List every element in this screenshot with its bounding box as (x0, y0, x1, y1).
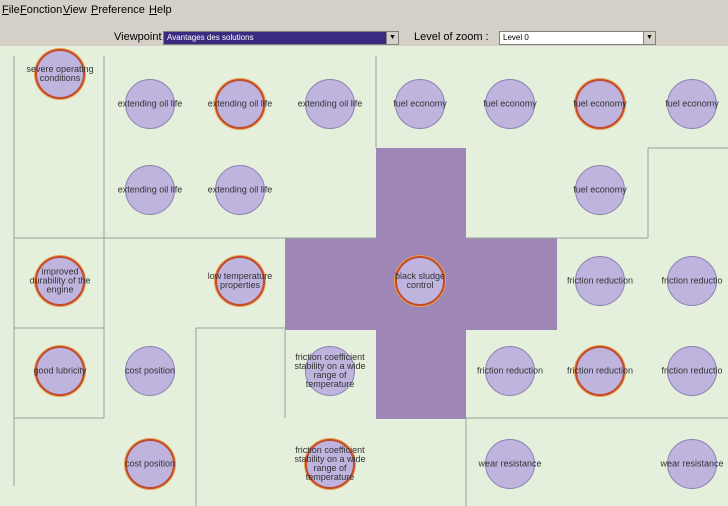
menu-help[interactable]: Help (149, 4, 172, 16)
concept-map[interactable]: severe operating conditions extending oil … (0, 46, 728, 506)
concept-node-label: fuel economy (573, 98, 627, 109)
toolbar: Viewpoint Avantages des solutions ▼ Leve… (0, 20, 728, 47)
concept-node-label: cost position (124, 458, 176, 469)
menu-view[interactable]: View (63, 4, 87, 16)
viewpoint-label: Viewpoint (114, 31, 162, 43)
zoom-label: Level of zoom : (414, 31, 489, 43)
concept-node-label: extending oil life (207, 98, 273, 109)
concept-node-label: friction reduction (566, 365, 634, 376)
menu-bar: File Fonction View Preference Help (0, 0, 728, 20)
concept-node-label: fuel economy (665, 98, 719, 109)
concept-node-label: friction reduction (476, 365, 544, 376)
concept-node-label: good lubricity (33, 365, 87, 376)
menu-fonction[interactable]: Fonction (20, 4, 62, 16)
concept-node-label: friction reductio (661, 275, 723, 286)
concept-node-label: friction coefficient stability on a wide r… (294, 445, 366, 482)
concept-node-label: improved durability of the engine (29, 266, 91, 295)
concept-node-label: low temperature properties (207, 271, 273, 290)
concept-node-label: extending oil life (207, 184, 273, 195)
menu-preference[interactable]: Preference (91, 4, 145, 16)
concept-node-label: extending oil life (117, 184, 183, 195)
zoom-select[interactable]: Level 0 ▼ (499, 31, 656, 45)
concept-node-label: wear resistance (478, 458, 542, 469)
concept-node-label: fuel economy (483, 98, 537, 109)
viewpoint-value: Avantages des solutions (167, 33, 254, 42)
concept-node-label: severe operating conditions (26, 64, 94, 83)
concept-node-label: fuel economy (393, 98, 447, 109)
concept-node-label: fuel economy (573, 184, 627, 195)
viewpoint-select[interactable]: Avantages des solutions ▼ (163, 31, 399, 45)
chevron-down-icon[interactable]: ▼ (643, 32, 655, 44)
zoom-value: Level 0 (503, 33, 529, 42)
concept-node-label: black sludge control (394, 271, 446, 290)
concept-node-label: extending oil life (297, 98, 363, 109)
concept-node-label: friction coefficient stability on a wide r… (294, 352, 366, 389)
concept-node-label: friction reductio (661, 365, 723, 376)
concept-node-label: friction reduction (566, 275, 634, 286)
concept-node-label: wear resistance (660, 458, 724, 469)
concept-node-label: cost position (124, 365, 176, 376)
concept-node-label: extending oil life (117, 98, 183, 109)
chevron-down-icon[interactable]: ▼ (386, 32, 398, 44)
menu-file[interactable]: File (2, 4, 20, 16)
